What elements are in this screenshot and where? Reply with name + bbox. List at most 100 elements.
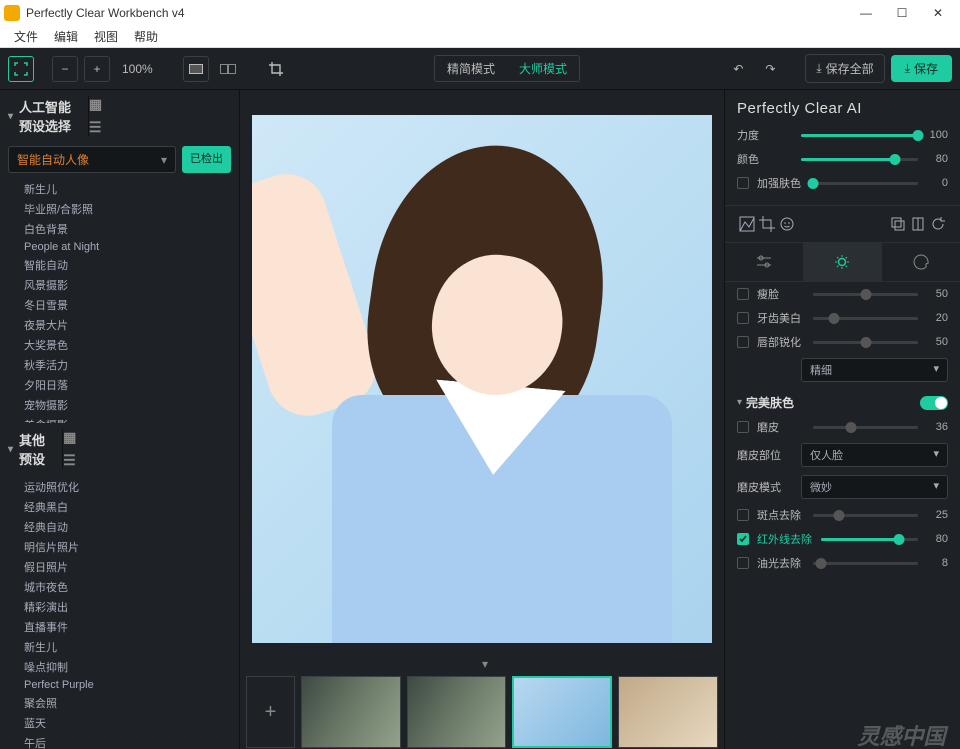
preset-item[interactable]: 大奖景色 <box>0 335 239 355</box>
skin-boost-checkbox[interactable] <box>737 177 749 189</box>
preset-item[interactable]: 冬日雪景 <box>0 295 239 315</box>
smooth-value: 36 <box>926 421 948 433</box>
slider-smooth[interactable]: 磨皮 36 <box>725 415 960 439</box>
window-close-button[interactable]: ✕ <box>920 0 956 26</box>
list-view-icon[interactable]: ☰ <box>89 119 231 136</box>
lips-checkbox[interactable] <box>737 336 749 348</box>
histogram-icon[interactable] <box>737 214 757 234</box>
perfect-skin-header[interactable]: ▾ 完美肤色 <box>725 386 960 415</box>
preset-item[interactable]: 秋季活力 <box>0 355 239 375</box>
adjustments-scroll[interactable]: 瘦脸 50 牙齿美白 20 唇部锐化 50 精细 ▾ <box>725 282 960 749</box>
menu-file[interactable]: 文件 <box>6 26 46 47</box>
lips-value: 50 <box>926 336 948 348</box>
paste-icon[interactable] <box>908 214 928 234</box>
grid-view-icon[interactable]: ▦ <box>63 429 231 446</box>
slim-face-checkbox[interactable] <box>737 288 749 300</box>
reset-icon[interactable] <box>928 214 948 234</box>
thumbnail-1[interactable] <box>301 676 401 748</box>
smooth-checkbox[interactable] <box>737 421 749 433</box>
preset-item[interactable]: 新生儿 <box>0 637 239 657</box>
zoom-out-button[interactable]: − <box>52 56 78 82</box>
preset-item[interactable]: 宠物摄影 <box>0 395 239 415</box>
slider-strength[interactable]: 力度 100 <box>725 123 960 147</box>
view-single-button[interactable] <box>183 56 209 82</box>
slider-color[interactable]: 颜色 80 <box>725 147 960 171</box>
save-button[interactable]: ⤓ 保存 <box>891 55 952 82</box>
teeth-checkbox[interactable] <box>737 312 749 324</box>
preset-item[interactable]: 聚会照 <box>0 693 239 713</box>
mode-simple[interactable]: 精简模式 <box>435 56 507 81</box>
add-image-button[interactable]: + <box>246 676 295 748</box>
preset-item[interactable]: 城市夜色 <box>0 577 239 597</box>
preset-item[interactable]: 毕业照/合影照 <box>0 199 239 219</box>
preset-item[interactable]: 夕阳日落 <box>0 375 239 395</box>
preset-item[interactable]: 夜景大片 <box>0 315 239 335</box>
ir-checkbox[interactable] <box>737 533 749 545</box>
slider-lip-sharpen[interactable]: 唇部锐化 50 <box>725 330 960 354</box>
thumbnail-4[interactable] <box>618 676 718 748</box>
preset-item[interactable]: 智能自动 <box>0 255 239 275</box>
mode-master[interactable]: 大师模式 <box>507 56 579 81</box>
tab-sliders[interactable] <box>725 243 803 281</box>
menu-view[interactable]: 视图 <box>86 26 126 47</box>
slider-teeth-whiten[interactable]: 牙齿美白 20 <box>725 306 960 330</box>
face-icon[interactable] <box>777 214 797 234</box>
thumbnail-2[interactable] <box>407 676 507 748</box>
copy-icon[interactable] <box>888 214 908 234</box>
undo-button[interactable]: ↶ <box>725 56 751 82</box>
slider-shine-removal[interactable]: 油光去除 8 <box>725 551 960 575</box>
detail-dropdown[interactable]: 精细 ▾ <box>801 358 948 382</box>
preset-selected-label: 智能自动人像 <box>17 151 89 168</box>
grid-view-icon[interactable]: ▦ <box>89 96 231 113</box>
redo-button[interactable]: ↷ <box>757 56 783 82</box>
list-view-icon[interactable]: ☰ <box>63 452 231 469</box>
menu-help[interactable]: 帮助 <box>126 26 166 47</box>
preset-item[interactable]: 直播事件 <box>0 617 239 637</box>
chevron-down-icon[interactable]: ▾ <box>482 657 488 671</box>
slider-slim-face[interactable]: 瘦脸 50 <box>725 282 960 306</box>
zoom-in-button[interactable]: + <box>84 56 110 82</box>
slider-skin-boost[interactable]: 加强肤色 0 <box>725 171 960 195</box>
preset-dropdown[interactable]: 智能自动人像 ▾ <box>8 146 176 173</box>
slider-spot-removal[interactable]: 斑点去除 25 <box>725 503 960 527</box>
crop-tool-button[interactable] <box>263 56 289 82</box>
preset-item[interactable]: 经典黑白 <box>0 497 239 517</box>
preset-item[interactable]: 假日照片 <box>0 557 239 577</box>
save-all-button[interactable]: ⤓ 保存全部 <box>805 54 884 83</box>
preset-item[interactable]: 白色背景 <box>0 219 239 239</box>
image-canvas[interactable] <box>252 115 712 643</box>
preset-item[interactable]: 明信片照片 <box>0 537 239 557</box>
preset-item[interactable]: 风景摄影 <box>0 275 239 295</box>
preset-item[interactable]: 运动照优化 <box>0 477 239 497</box>
teeth-label: 牙齿美白 <box>757 310 805 326</box>
view-split-button[interactable] <box>215 56 241 82</box>
perfect-skin-toggle[interactable] <box>920 396 948 410</box>
slider-ir-removal[interactable]: 红外线去除 80 <box>725 527 960 551</box>
preset-item[interactable]: Perfect Purple <box>0 677 239 693</box>
preset-item[interactable]: 噪点抑制 <box>0 657 239 677</box>
preset-item[interactable]: 经典自动 <box>0 517 239 537</box>
tab-face[interactable] <box>803 243 881 281</box>
window-maximize-button[interactable]: ☐ <box>884 0 920 26</box>
tab-palette[interactable] <box>882 243 960 281</box>
detect-button[interactable]: 已检出 <box>182 146 231 173</box>
chevron-down-icon: ▾ <box>8 444 13 455</box>
other-presets-header[interactable]: ▾ 其他预设 ▦ ☰ <box>0 423 239 475</box>
spot-checkbox[interactable] <box>737 509 749 521</box>
fit-screen-button[interactable] <box>8 56 34 82</box>
menu-edit[interactable]: 编辑 <box>46 26 86 47</box>
ai-presets-header[interactable]: ▾ 人工智能预设选择 ▦ ☰ <box>0 90 239 142</box>
smooth-area-dropdown[interactable]: 仅人脸 ▾ <box>801 443 948 467</box>
preset-item[interactable]: 午后 <box>0 733 239 749</box>
window-minimize-button[interactable]: — <box>848 0 884 26</box>
preset-item[interactable]: 美食摄影 <box>0 415 239 423</box>
detail-dropdown-row: 精细 ▾ <box>725 354 960 386</box>
preset-item[interactable]: 精彩演出 <box>0 597 239 617</box>
preset-item[interactable]: 蓝天 <box>0 713 239 733</box>
crop-icon[interactable] <box>757 214 777 234</box>
preset-item[interactable]: People at Night <box>0 239 239 255</box>
smooth-mode-dropdown[interactable]: 微妙 ▾ <box>801 475 948 499</box>
shine-checkbox[interactable] <box>737 557 749 569</box>
thumbnail-3-selected[interactable] <box>512 676 612 748</box>
preset-item[interactable]: 新生儿 <box>0 179 239 199</box>
